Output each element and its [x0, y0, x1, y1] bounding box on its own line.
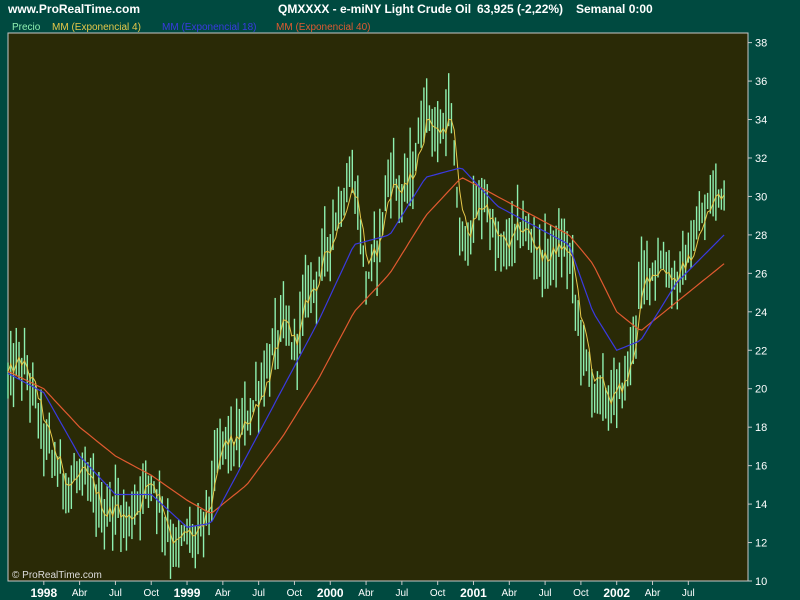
legend-ema40: MM (Exponencial 40): [276, 22, 370, 33]
x-tick-label: Abr: [215, 588, 231, 599]
x-tick-label: Abr: [645, 588, 661, 599]
legend-ema18: MM (Exponencial 18): [162, 22, 256, 33]
y-tick-label: 22: [755, 345, 767, 357]
x-tick-label: Oct: [287, 588, 303, 599]
x-tick-label: Jul: [109, 588, 122, 599]
y-tick-label: 34: [755, 115, 767, 127]
y-tick-label: 26: [755, 268, 767, 280]
y-tick-label: 28: [755, 230, 767, 242]
x-tick-label: Jul: [539, 588, 552, 599]
x-tick-label: 2000: [317, 586, 344, 600]
x-tick-label: Oct: [143, 588, 159, 599]
x-tick-label: Abr: [502, 588, 518, 599]
plot-area[interactable]: [7, 32, 749, 582]
y-tick-label: 38: [755, 38, 767, 50]
y-tick-label: 10: [755, 576, 767, 588]
legend-price: Precio: [12, 22, 41, 33]
x-tick-label: 1998: [30, 586, 57, 600]
x-tick-label: Oct: [573, 588, 589, 599]
y-tick-label: 12: [755, 538, 767, 550]
y-tick-label: 36: [755, 76, 767, 88]
x-axis: 1998 Abr Jul Oct 1999 Abr Jul Oct 2000 Abr Jul Oct 2…: [30, 581, 695, 600]
x-tick-label: Jul: [252, 588, 265, 599]
price-chart[interactable]: Precio MM (Exponencial 4) MM (Exponencial …: [0, 0, 800, 600]
chart-legend: Precio MM (Exponencial 4) MM (Exponencial …: [12, 22, 370, 33]
x-tick-label: 2001: [460, 586, 487, 600]
y-axis: 10 12 14 16 18 20 22 24 26 28 30 32 34 36 38: [748, 38, 767, 588]
y-tick-label: 32: [755, 153, 767, 165]
x-tick-label: 1999: [174, 586, 201, 600]
y-tick-label: 16: [755, 461, 767, 473]
x-tick-label: Abr: [72, 588, 88, 599]
x-tick-label: Jul: [395, 588, 408, 599]
y-tick-label: 30: [755, 191, 767, 203]
legend-ema4: MM (Exponencial 4): [52, 22, 141, 33]
x-tick-label: Oct: [430, 588, 446, 599]
y-tick-label: 20: [755, 384, 767, 396]
y-tick-label: 24: [755, 307, 767, 319]
x-tick-label: Abr: [358, 588, 374, 599]
y-tick-label: 14: [755, 499, 767, 511]
y-tick-label: 18: [755, 422, 767, 434]
x-tick-label: Jul: [682, 588, 695, 599]
x-tick-label: 2002: [603, 586, 630, 600]
watermark: © ProRealTime.com: [12, 570, 102, 581]
